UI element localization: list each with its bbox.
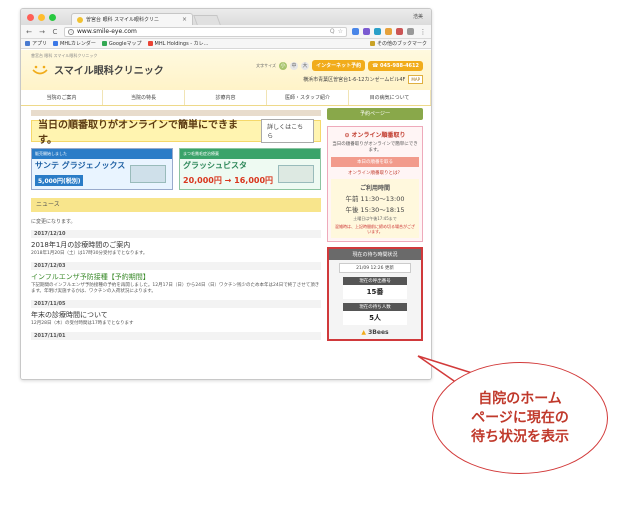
- callout-line-3: 待ち状況を表示: [471, 428, 569, 445]
- callout-line-1: 自院のホーム: [478, 390, 562, 407]
- callout-bubble: 自院のホーム ページに現在の 待ち状況を表示: [432, 362, 608, 474]
- callout-line-2: ページに現在の: [471, 409, 569, 426]
